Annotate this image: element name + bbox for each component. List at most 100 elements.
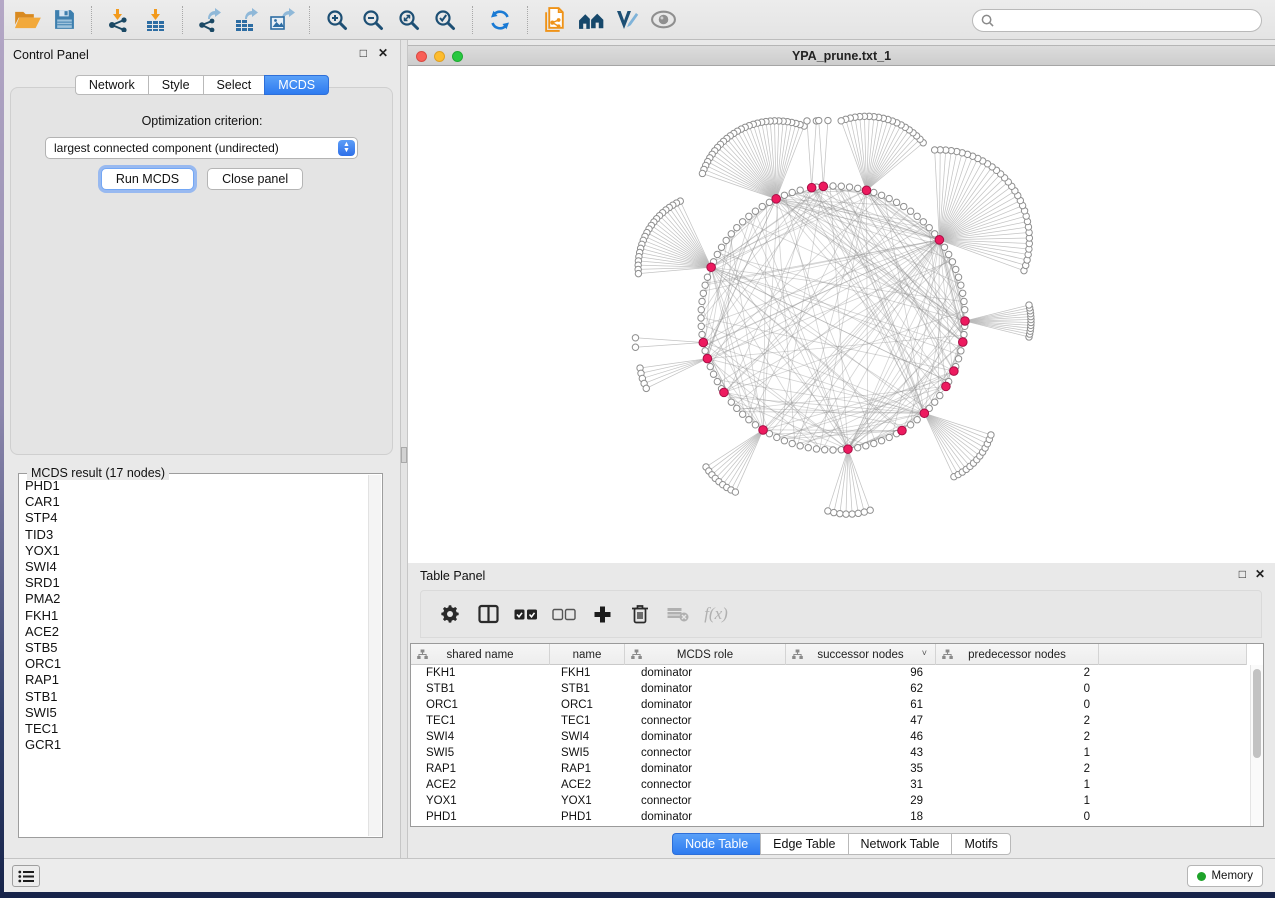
table-row[interactable]: YOX1YOX1connector291 (411, 793, 1250, 809)
graph-node[interactable] (700, 290, 706, 296)
graph-hub-node[interactable] (862, 186, 871, 195)
graph-hub-node[interactable] (819, 182, 828, 191)
tab-motifs[interactable]: Motifs (951, 833, 1010, 855)
column-header-successor-nodes[interactable]: successor nodes˅ (786, 644, 936, 665)
graph-node[interactable] (746, 213, 752, 219)
graph-node[interactable] (863, 443, 869, 449)
float-table-panel-icon[interactable]: □ (1239, 567, 1246, 581)
mcds-result-item[interactable]: PHD1 (20, 478, 368, 494)
close-table-panel-icon[interactable]: ✕ (1255, 567, 1265, 581)
graph-node[interactable] (937, 392, 943, 398)
graph-node[interactable] (643, 385, 649, 391)
graph-node[interactable] (901, 203, 907, 209)
graph-node[interactable] (804, 118, 810, 124)
graph-node[interactable] (961, 298, 967, 304)
bird-eye-icon[interactable] (647, 4, 679, 36)
graph-node[interactable] (714, 378, 720, 384)
graph-node[interactable] (702, 282, 708, 288)
graph-node[interactable] (871, 189, 877, 195)
zoom-out-icon[interactable] (357, 4, 389, 36)
memory-button[interactable]: Memory (1187, 865, 1263, 887)
graph-node[interactable] (732, 489, 738, 495)
mcds-result-item[interactable]: RAP1 (20, 672, 368, 688)
mcds-result-item[interactable]: ACE2 (20, 624, 368, 640)
table-scrollbar[interactable] (1250, 665, 1263, 826)
graph-node[interactable] (632, 335, 638, 341)
graph-hub-node[interactable] (844, 445, 853, 454)
graph-hub-node[interactable] (942, 382, 951, 391)
graph-node[interactable] (920, 219, 926, 225)
graph-hub-node[interactable] (707, 263, 716, 272)
network-canvas[interactable] (408, 66, 1275, 563)
mcds-list-scrollbar[interactable] (368, 475, 381, 836)
graph-node[interactable] (752, 422, 758, 428)
graph-hub-node[interactable] (950, 367, 959, 376)
mcds-result-item[interactable]: YOX1 (20, 543, 368, 559)
search-input[interactable] (972, 9, 1262, 32)
graph-node[interactable] (855, 444, 861, 450)
graph-node[interactable] (632, 344, 638, 350)
tab-network[interactable]: Network (75, 75, 148, 95)
graph-node[interactable] (837, 510, 843, 516)
graph-hub-node[interactable] (772, 195, 781, 204)
mcds-result-item[interactable]: TEC1 (20, 721, 368, 737)
graph-node[interactable] (698, 315, 704, 321)
mcds-result-item[interactable]: CAR1 (20, 494, 368, 510)
table-row[interactable]: SWI4SWI4dominator462 (411, 729, 1250, 745)
export-network-icon[interactable] (194, 4, 226, 36)
graph-node[interactable] (878, 192, 884, 198)
graph-node[interactable] (838, 118, 844, 124)
graph-node[interactable] (699, 298, 705, 304)
graph-node[interactable] (830, 183, 836, 189)
mcds-result-item[interactable]: STB5 (20, 640, 368, 656)
graph-node[interactable] (734, 224, 740, 230)
graph-node[interactable] (961, 331, 967, 337)
import-network-icon[interactable] (103, 4, 135, 36)
graph-node[interactable] (988, 432, 994, 438)
graph-node[interactable] (949, 259, 955, 265)
split-columns-icon[interactable] (473, 599, 503, 629)
graph-node[interactable] (702, 348, 708, 354)
table-row[interactable]: SWI5SWI5connector431 (411, 745, 1250, 761)
graph-node[interactable] (955, 356, 961, 362)
table-row[interactable]: ACE2ACE2connector311 (411, 777, 1250, 793)
select-all-icon[interactable] (511, 599, 541, 629)
tab-style[interactable]: Style (148, 75, 203, 95)
graph-hub-node[interactable] (935, 236, 944, 245)
graph-node[interactable] (816, 117, 822, 123)
graph-node[interactable] (955, 274, 961, 280)
graph-node[interactable] (945, 251, 951, 257)
graph-node[interactable] (1026, 302, 1032, 308)
run-mcds-button[interactable]: Run MCDS (101, 168, 194, 190)
graph-node[interactable] (734, 405, 740, 411)
graph-node[interactable] (699, 170, 705, 176)
network-titlebar[interactable]: YPA_prune.txt_1 (408, 45, 1275, 66)
mcds-result-item[interactable]: SRD1 (20, 575, 368, 591)
graph-node[interactable] (789, 189, 795, 195)
graph-node[interactable] (774, 434, 780, 440)
graph-node[interactable] (635, 270, 641, 276)
graph-node[interactable] (825, 117, 831, 123)
graph-node[interactable] (932, 399, 938, 405)
graph-node[interactable] (926, 224, 932, 230)
graph-node[interactable] (959, 290, 965, 296)
graph-node[interactable] (878, 438, 884, 444)
table-row[interactable]: FKH1FKH1dominator962 (411, 665, 1250, 681)
mcds-result-item[interactable]: SWI4 (20, 559, 368, 575)
graph-node[interactable] (707, 363, 713, 369)
graph-node[interactable] (710, 371, 716, 377)
float-panel-icon[interactable]: □ (360, 46, 367, 60)
graph-node[interactable] (871, 440, 877, 446)
graph-node[interactable] (914, 417, 920, 423)
mcds-result-item[interactable]: TID3 (20, 527, 368, 543)
graph-node[interactable] (838, 183, 844, 189)
tab-mcds[interactable]: MCDS (264, 75, 329, 95)
first-neighbors-icon[interactable] (575, 4, 607, 36)
graphics-details-icon[interactable] (611, 4, 643, 36)
column-header-shared-name[interactable]: shared name (411, 644, 550, 665)
tab-select[interactable]: Select (203, 75, 265, 95)
graph-node[interactable] (699, 331, 705, 337)
tab-network-table[interactable]: Network Table (848, 833, 952, 855)
share-document-icon[interactable] (539, 4, 571, 36)
graph-node[interactable] (728, 399, 734, 405)
